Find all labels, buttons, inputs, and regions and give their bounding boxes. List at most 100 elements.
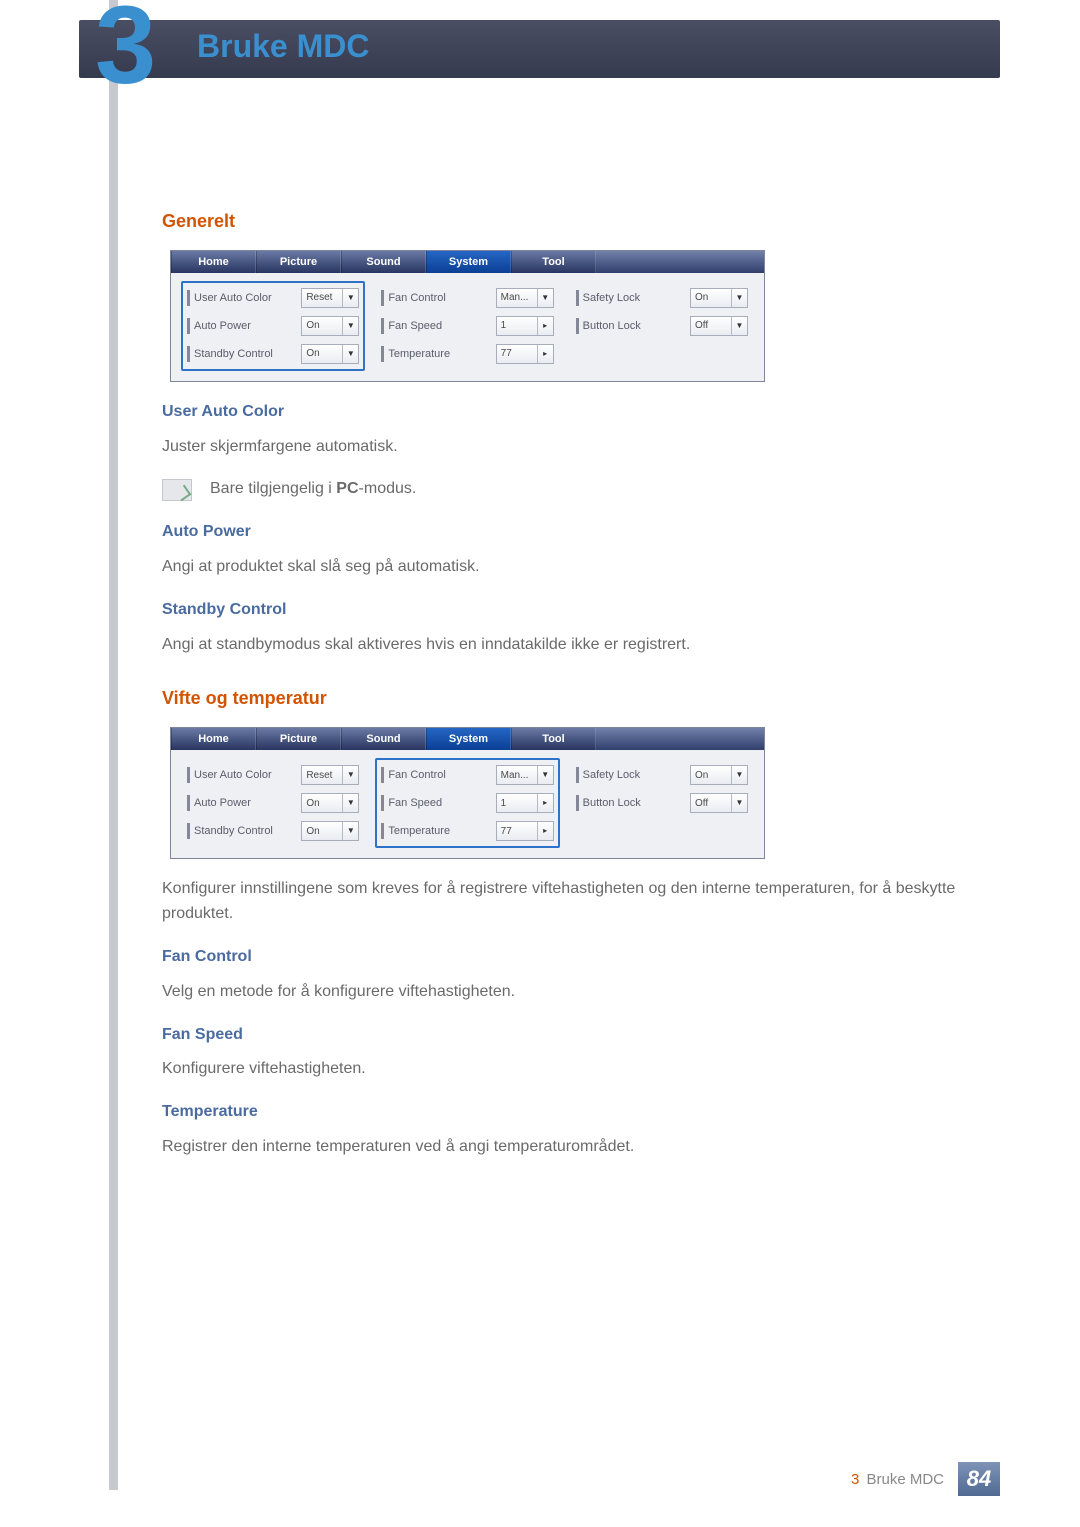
select-auto-power[interactable]: On ▼ [301,316,359,336]
stepper-temperature[interactable]: 77 ▸ [496,821,554,841]
note-post: -modus. [359,480,417,497]
row-temperature: Temperature 77 ▸ [381,820,553,842]
row-standby-control: Standby Control On ▼ [187,343,359,365]
panel-col-2: Fan Control Man... ▼ Fan Speed 1 ▸ Tempe… [375,281,559,371]
row-standby-control: Standby Control On ▼ [187,820,359,842]
value-safety-lock: On [691,768,731,784]
label-button-lock: Button Lock [576,318,685,334]
label-temperature: Temperature [381,346,490,362]
select-fan-control[interactable]: Man... ▼ [496,288,554,308]
chevron-down-icon: ▼ [342,289,358,307]
label-auto-power: Auto Power [187,318,296,334]
value-auto-power: On [302,318,342,334]
label-fan-control: Fan Control [381,290,490,306]
panel-col-2: Fan Control Man... ▼ Fan Speed 1 ▸ Tempe… [375,758,559,848]
row-safety-lock: Safety Lock On ▼ [576,287,748,309]
panel-col-1: User Auto Color Reset ▼ Auto Power On ▼ … [181,758,365,848]
label-safety-lock: Safety Lock [576,767,685,783]
label-temperature: Temperature [381,823,490,839]
chevron-down-icon: ▼ [537,289,553,307]
body-user-auto-color: Juster skjermfargene automatisk. [162,435,1012,460]
value-fan-speed: 1 [497,796,537,812]
body-standby-control: Angi at standbymodus skal aktiveres hvis… [162,633,1012,658]
chevron-down-icon: ▼ [342,822,358,840]
section-generelt-title: Generelt [162,208,1012,236]
select-user-auto-color[interactable]: Reset ▼ [301,288,359,308]
body-fan-control: Velg en metode for å konfigurere vifteha… [162,980,1012,1005]
value-user-auto-color: Reset [302,768,342,784]
label-auto-power: Auto Power [187,795,296,811]
row-user-auto-color: User Auto Color Reset ▼ [187,287,359,309]
panel-body: User Auto Color Reset ▼ Auto Power On ▼ … [171,750,764,858]
note-pre: Bare tilgjengelig i [210,480,336,497]
value-button-lock: Off [691,318,731,334]
ui-panel-generelt: Home Picture Sound System Tool User Auto… [170,250,765,382]
note-icon [162,479,192,501]
footer-chapter-title: Bruke MDC [866,1471,944,1488]
select-user-auto-color[interactable]: Reset ▼ [301,765,359,785]
note-row: Bare tilgjengelig i PC-modus. [162,477,1012,502]
page-content: Generelt Home Picture Sound System Tool … [162,190,1012,1178]
panel-col-1: User Auto Color Reset ▼ Auto Power On ▼ … [181,281,365,371]
select-auto-power[interactable]: On ▼ [301,793,359,813]
page-number: 84 [958,1462,1000,1496]
select-button-lock[interactable]: Off ▼ [690,316,748,336]
chevron-down-icon: ▼ [342,766,358,784]
chevron-down-icon: ▼ [342,345,358,363]
label-fan-speed: Fan Speed [381,795,490,811]
row-auto-power: Auto Power On ▼ [187,315,359,337]
tab-system[interactable]: System [426,251,511,273]
row-fan-speed: Fan Speed 1 ▸ [381,315,553,337]
tab-sound[interactable]: Sound [341,251,426,273]
label-user-auto-color: User Auto Color [187,290,296,306]
chevron-down-icon: ▼ [731,794,747,812]
value-standby-control: On [302,824,342,840]
row-user-auto-color: User Auto Color Reset ▼ [187,764,359,786]
row-safety-lock: Safety Lock On ▼ [576,764,748,786]
chevron-down-icon: ▼ [731,317,747,335]
footer: 3 Bruke MDC 84 [0,1461,1000,1497]
select-standby-control[interactable]: On ▼ [301,344,359,364]
stepper-fan-speed[interactable]: 1 ▸ [496,793,554,813]
tab-picture[interactable]: Picture [256,728,341,750]
chevron-down-icon: ▼ [537,766,553,784]
tab-tool[interactable]: Tool [511,251,596,273]
tab-tool[interactable]: Tool [511,728,596,750]
select-safety-lock[interactable]: On ▼ [690,765,748,785]
chapter-number: 3 [95,0,152,109]
row-button-lock: Button Lock Off ▼ [576,315,748,337]
left-strip [109,0,118,1490]
tab-system[interactable]: System [426,728,511,750]
section-vifte-title: Vifte og temperatur [162,685,1012,713]
panel-col-3: Safety Lock On ▼ Button Lock Off ▼ [570,758,754,848]
stepper-fan-speed[interactable]: 1 ▸ [496,316,554,336]
select-standby-control[interactable]: On ▼ [301,821,359,841]
chevron-right-icon: ▸ [537,345,553,363]
chevron-down-icon: ▼ [731,766,747,784]
value-temperature: 77 [497,824,537,840]
body-vifte-intro: Konfigurer innstillingene som kreves for… [162,877,1012,927]
tab-home[interactable]: Home [171,728,256,750]
row-temperature: Temperature 77 ▸ [381,343,553,365]
chevron-down-icon: ▼ [731,289,747,307]
select-button-lock[interactable]: Off ▼ [690,793,748,813]
select-safety-lock[interactable]: On ▼ [690,288,748,308]
tab-sound[interactable]: Sound [341,728,426,750]
label-safety-lock: Safety Lock [576,290,685,306]
chevron-right-icon: ▸ [537,794,553,812]
footer-chapter-num: 3 [851,1471,859,1488]
value-standby-control: On [302,346,342,362]
select-fan-control[interactable]: Man... ▼ [496,765,554,785]
label-standby-control: Standby Control [187,823,296,839]
footer-label: 3 Bruke MDC [851,1471,944,1488]
value-fan-control: Man... [497,768,537,784]
tabs-row: Home Picture Sound System Tool [171,728,764,750]
tab-picture[interactable]: Picture [256,251,341,273]
note-bold: PC [336,480,358,497]
chevron-right-icon: ▸ [537,822,553,840]
tab-home[interactable]: Home [171,251,256,273]
heading-fan-control: Fan Control [162,945,1012,970]
note-text: Bare tilgjengelig i PC-modus. [210,477,416,502]
label-fan-control: Fan Control [381,767,490,783]
stepper-temperature[interactable]: 77 ▸ [496,344,554,364]
